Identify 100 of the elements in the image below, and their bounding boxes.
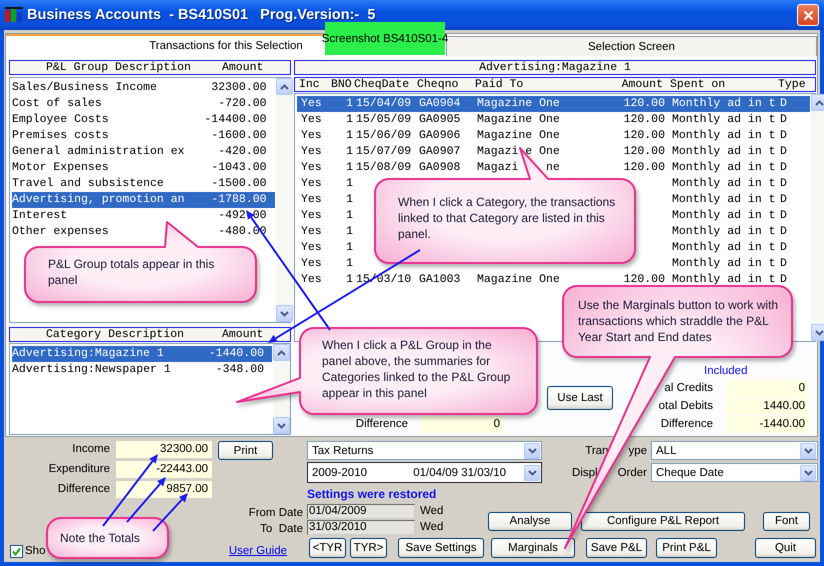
scroll-down-button[interactable] [276,305,293,322]
dropdown[interactable]: 2009-2010 01/04/09 31/03/10 [307,462,542,483]
table-cell: Magazi [477,144,518,160]
table-cell-text: -420.00 [217,144,268,160]
table-cell-text: Interest [12,208,68,224]
list-row[interactable]: Cost of sales -720.00 [12,96,275,112]
chevron-up-icon [277,350,286,356]
table-cell-text: 15/06/09 [355,128,412,144]
field-label: otal Debits [658,399,713,414]
table-cell-text: 1 [345,176,353,192]
table-cell-text: Monthly ad in t [671,160,777,176]
list-row[interactable]: Travel and subsistence -1500.00 [12,176,275,192]
action-button[interactable]: Marginals [491,538,575,558]
table-cell-text: Advertising:Newspaper 1 [12,362,172,378]
list-row[interactable]: Premises costs -1600.00 [12,128,275,144]
table-cell-text: Travel and subsistence [12,176,165,192]
date-field[interactable]: 31/03/2010 [307,520,415,534]
callout-text: Use the Marginals button to work with transactions which straddle the P&L Year Start and End dates [578,297,780,345]
list-row[interactable]: Sales/Business Income 32300.00 [12,80,275,96]
table-cell-text: 1 [345,192,353,208]
chevron-up-icon [815,100,824,106]
print-button[interactable]: Print [218,441,273,460]
list-row[interactable]: Motor Expenses -1043.00 [12,160,275,176]
table-cell-text: Advertising:Magazine 1 [12,346,165,362]
table-cell-text: D [780,144,788,160]
field-label: Difference [660,417,713,432]
use-last-button[interactable]: Use Last [547,386,613,410]
table-cell-text: Yes [301,272,323,288]
column-header: Paid To [475,78,524,91]
value-field: 0 [726,380,809,397]
table-cell-text: D [780,272,788,288]
list-row[interactable]: Advertising:Magazine 1 -1440.00 [12,346,272,362]
table-cell-text: -1043.00 [210,160,268,176]
dropdown[interactable]: ALL [651,441,818,460]
scroll-up-button[interactable] [276,78,293,95]
callout-text: P&L Group totals appear in this panel [48,256,216,288]
list-row[interactable]: Advertising:Newspaper 1 -348.00 [12,362,272,378]
table-cell-text: Yes [301,144,323,160]
table-cell-text: 1 [345,240,353,256]
scroll-down-button[interactable] [273,417,290,434]
scroll-down-button[interactable] [811,324,824,341]
table-cell-text: D [780,112,788,128]
table-cell-text: Magazine One [477,112,561,128]
action-button[interactable]: Font [763,512,810,530]
chevron-down-icon [277,422,286,428]
scroll-up-button[interactable] [811,94,824,111]
list-row[interactable]: Advertising, promotion an -1788.00 [12,192,275,208]
table-cell-text: D [780,192,788,208]
field-label: Difference [354,417,409,432]
user-guide-link[interactable]: User Guide [228,545,287,557]
action-button[interactable]: Print P&L [656,538,717,558]
list-row[interactable]: General administration ex -420.00 [12,144,275,160]
action-button[interactable]: Configure P&L Report [581,512,745,530]
date-field[interactable]: 01/04/2009 [307,504,415,518]
action-button[interactable]: <TYR [309,538,346,558]
weekday-label: Wed [420,521,444,533]
table-cell-text: Magazine One [477,272,561,288]
checkbox-label: Sho [25,545,46,557]
dropdown[interactable]: Tax Returns [307,441,542,460]
scroll-up-button[interactable] [273,344,290,361]
close-button[interactable] [797,4,819,26]
table-cell-text: Monthly ad in t [671,272,777,288]
action-button[interactable]: Quit [755,538,816,558]
column-header: Amount [221,61,264,74]
checkbox[interactable] [10,544,23,558]
table-cell-text: 15/05/09 [355,112,412,128]
field-label: From Date [248,507,303,519]
field-label: Tran [585,444,608,456]
table-cell-text: Monthly ad in t [671,224,777,240]
table-cell-text: 32300.00 [210,80,268,96]
action-button[interactable]: TYR> [350,538,387,558]
column-header: Amount [221,328,264,341]
list-row[interactable]: Yes 1 15/04/09 GA0904 Magazine One 120.00 Monthly ad in t D [297,96,810,112]
table-cell: Magazi [477,160,518,176]
table-cell-text: Monthly ad in t [671,176,777,192]
chevron-down-icon [804,470,812,476]
table-cell-text: Yes [301,128,323,144]
table-cell-text: GA0905 [419,112,462,128]
table-cell-text: Yes [301,160,323,176]
field-label: Difference [56,482,111,497]
field-label: Income [71,442,111,457]
dropdown[interactable]: Cheque Date [651,463,818,482]
table-cell-text: Monthly ad in t [671,96,777,112]
panel-title: Advertising:Magazine 1 [479,61,631,74]
table-cell-text: Yes [301,176,323,192]
action-button[interactable]: Analyse [488,512,572,530]
table-cell-text: Monthly ad in t [671,112,777,128]
list-row[interactable]: Employee Costs -14400.00 [12,112,275,128]
table-cell-text: 15/08/09 [355,160,412,176]
action-button[interactable]: Save P&L [586,538,647,558]
table-cell: General administration ex [12,144,185,160]
callout-text: When I click a P&L Group in the panel above, the summaries for Categories linked to the P&L Group appear in this panel [322,337,512,401]
table-cell-text: GA0907 [419,144,462,160]
column-header: Type [778,78,807,91]
table-cell-text: D [780,96,788,112]
chevron-down-icon [528,470,536,476]
table-cell-text: -1600.00 [210,128,268,144]
table-cell-text: 1 [345,96,353,112]
table-cell-text: 1 [345,224,353,240]
action-button[interactable]: Save Settings [398,538,484,558]
